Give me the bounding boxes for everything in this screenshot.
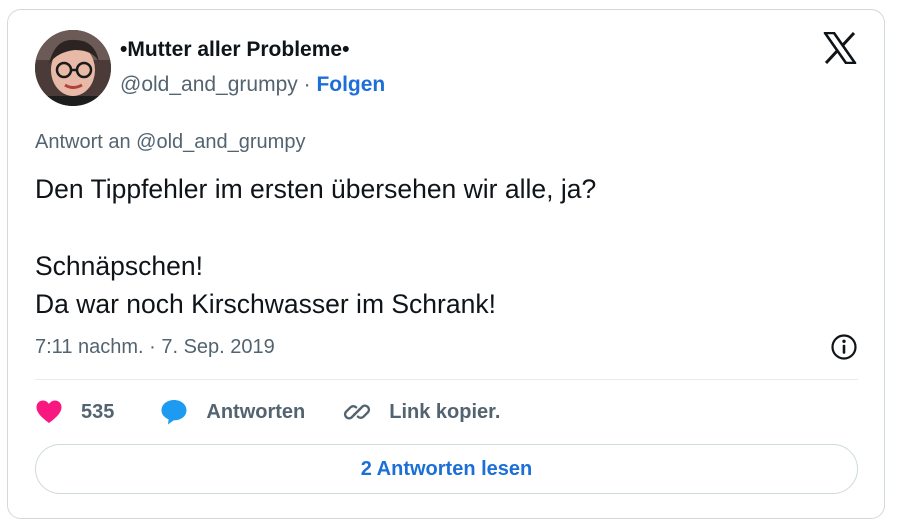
author-handle-row: @old_and_grumpy · Folgen (120, 73, 385, 97)
avatar-portrait-icon (35, 30, 111, 106)
like-count: 535 (81, 400, 115, 423)
display-name[interactable]: •Mutter aller Probleme• (120, 38, 349, 62)
handle-separator: · (297, 73, 317, 96)
link-icon (344, 404, 371, 420)
tweet-embed-card: •Mutter aller Probleme• @old_and_grumpy … (7, 9, 885, 519)
divider (35, 379, 858, 380)
x-logo-icon[interactable] (823, 32, 857, 64)
copy-link-button[interactable]: Link kopier. (343, 398, 500, 426)
info-icon[interactable] (830, 333, 858, 361)
heart-icon (36, 400, 62, 423)
author-handle[interactable]: @old_and_grumpy (120, 73, 298, 96)
reply-button[interactable]: Antworten (160, 398, 305, 426)
like-button[interactable]: 535 (35, 399, 114, 425)
tweet-text-line: Da war noch Kirschwasser im Schrank! (35, 289, 496, 319)
speech-bubble-icon (161, 400, 187, 425)
tweet-text: Den Tippfehler im ersten übersehen wir a… (35, 170, 855, 324)
copy-link-label: Link kopier. (389, 400, 501, 423)
avatar[interactable] (35, 30, 111, 106)
tweet-text-line: Schnäpschen! (35, 250, 203, 281)
tweet-text-line: Den Tippfehler im ersten übersehen wir a… (35, 174, 597, 204)
action-bar: 535 Antworten Link kopier. (35, 396, 500, 428)
follow-button[interactable]: Folgen (316, 73, 385, 96)
reply-to-label[interactable]: Antwort an @old_and_grumpy (35, 131, 305, 154)
reply-label: Antworten (206, 400, 306, 423)
read-replies-button[interactable]: 2 Antworten lesen (35, 444, 858, 494)
tweet-timestamp[interactable]: 7:11 nachm. · 7. Sep. 2019 (35, 336, 275, 359)
